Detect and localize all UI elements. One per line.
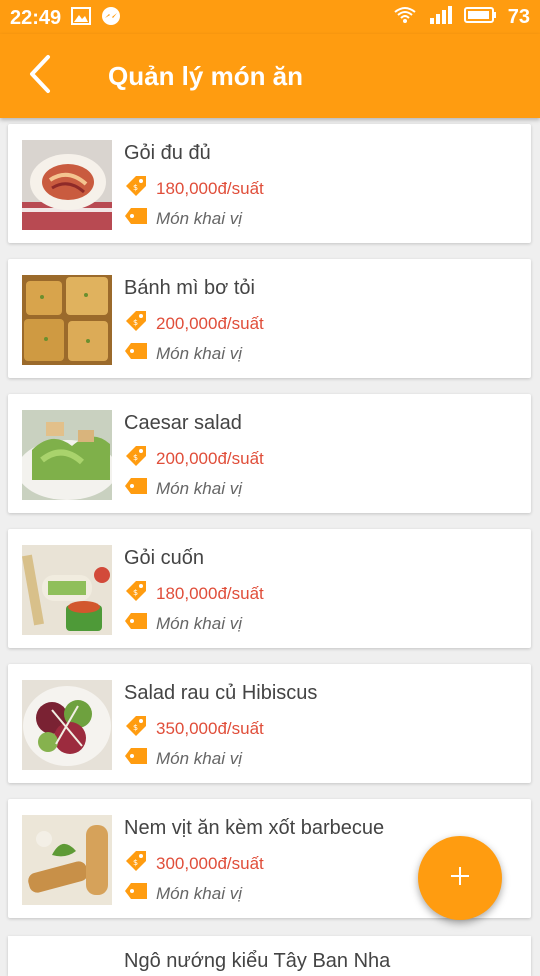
category-tag-icon <box>124 206 148 231</box>
status-right: 73 <box>394 6 530 29</box>
gallery-icon <box>71 7 92 30</box>
dish-price: 180,000đ/suất <box>156 178 264 198</box>
category-row: Món khai vị <box>124 746 242 771</box>
price-row: $ 180,000đ/suất <box>124 579 264 608</box>
dish-card[interactable]: Salad rau củ Hibiscus $ 350,000đ/suất Mó… <box>8 664 531 783</box>
dish-thumbnail <box>22 815 112 905</box>
messenger-icon <box>101 6 121 31</box>
dish-category: Món khai vị <box>156 883 242 903</box>
dish-card[interactable]: Bánh mì bơ tỏi $ 200,000đ/suất Món khai … <box>8 259 531 378</box>
dish-name: Salad rau củ Hibiscus <box>124 682 318 704</box>
price-row: $ 300,000đ/suất <box>124 849 264 878</box>
svg-text:$: $ <box>133 318 138 327</box>
category-row: Món khai vị <box>124 881 242 906</box>
dish-price: 350,000đ/suất <box>156 718 264 738</box>
svg-text:$: $ <box>133 453 138 462</box>
dish-name: Gỏi cuốn <box>124 547 205 569</box>
price-row: $ 180,000đ/suất <box>124 174 264 203</box>
svg-text:$: $ <box>133 723 138 732</box>
plus-icon <box>449 865 471 892</box>
status-left: 22:49 <box>10 6 121 31</box>
category-tag-icon <box>124 476 148 501</box>
dish-thumbnail <box>22 545 112 635</box>
back-button[interactable] <box>18 52 62 100</box>
dish-price: 200,000đ/suất <box>156 313 264 333</box>
price-tag-icon: $ <box>124 309 148 338</box>
dish-card-partial[interactable]: Ngô nướng kiểu Tây Ban Nha <box>8 936 531 976</box>
category-tag-icon <box>124 881 148 906</box>
category-tag-icon <box>124 611 148 636</box>
app-bar: Quản lý món ăn <box>0 34 540 118</box>
category-row: Món khai vị <box>124 341 242 366</box>
wifi-icon <box>394 6 416 29</box>
price-tag-icon: $ <box>124 444 148 473</box>
dish-category: Món khai vị <box>156 748 242 768</box>
dish-category: Món khai vị <box>156 343 242 363</box>
dish-card[interactable]: Gỏi cuốn $ 180,000đ/suất Món khai vị <box>8 529 531 648</box>
status-bar: 22:49 73 <box>0 0 540 34</box>
dish-thumbnail <box>22 680 112 770</box>
price-row: $ 200,000đ/suất <box>124 309 264 338</box>
dish-card[interactable]: Caesar salad $ 200,000đ/suất Món khai vị <box>8 394 531 513</box>
dish-category: Món khai vị <box>156 613 242 633</box>
page-title: Quản lý món ăn <box>108 61 304 91</box>
category-tag-icon <box>124 341 148 366</box>
price-tag-icon: $ <box>124 849 148 878</box>
svg-text:$: $ <box>133 588 138 597</box>
svg-text:$: $ <box>133 183 138 192</box>
dish-price: 200,000đ/suất <box>156 448 264 468</box>
price-row: $ 200,000đ/suất <box>124 444 264 473</box>
chevron-left-icon <box>28 54 52 99</box>
price-row: $ 350,000đ/suất <box>124 714 264 743</box>
dish-thumbnail <box>22 410 112 500</box>
signal-icon <box>426 6 454 29</box>
category-tag-icon <box>124 746 148 771</box>
status-time: 22:49 <box>10 7 62 29</box>
battery-icon <box>463 6 498 29</box>
add-dish-button[interactable] <box>418 836 502 920</box>
category-row: Món khai vị <box>124 206 242 231</box>
dish-name: Gỏi đu đủ <box>124 142 211 164</box>
dish-category: Món khai vị <box>156 478 242 498</box>
price-tag-icon: $ <box>124 174 148 203</box>
category-row: Món khai vị <box>124 476 242 501</box>
category-row: Món khai vị <box>124 611 242 636</box>
dish-name: Caesar salad <box>124 412 242 434</box>
dish-price: 180,000đ/suất <box>156 583 264 603</box>
dish-card[interactable]: Gỏi đu đủ $ 180,000đ/suất Món khai vị <box>8 124 531 243</box>
dish-price: 300,000đ/suất <box>156 853 264 873</box>
dish-category: Món khai vị <box>156 208 242 228</box>
dish-thumbnail <box>22 140 112 230</box>
dish-thumbnail <box>22 275 112 365</box>
dish-name: Bánh mì bơ tỏi <box>124 277 255 299</box>
dish-name: Ngô nướng kiểu Tây Ban Nha <box>124 950 391 972</box>
price-tag-icon: $ <box>124 714 148 743</box>
price-tag-icon: $ <box>124 579 148 608</box>
svg-text:$: $ <box>133 858 138 867</box>
battery-level: 73 <box>507 6 530 28</box>
dish-name: Nem vịt ăn kèm xốt barbecue <box>124 817 385 839</box>
